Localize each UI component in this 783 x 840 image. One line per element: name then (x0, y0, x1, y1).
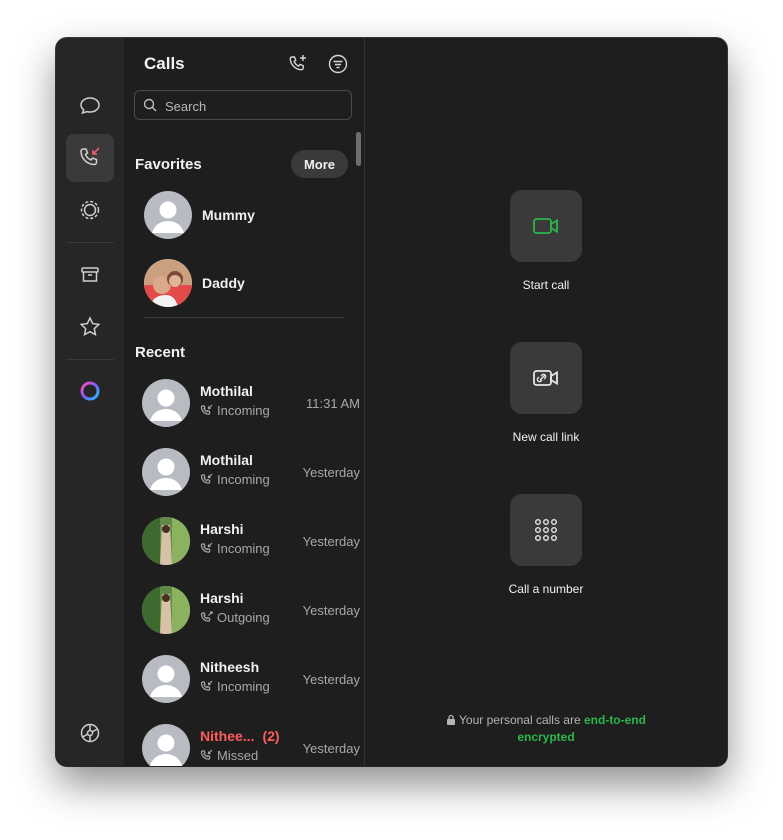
search-icon (143, 98, 157, 112)
call-type-label: Incoming (217, 403, 270, 418)
call-type-label: Outgoing (217, 610, 270, 625)
caller-name: Harshi (200, 521, 244, 537)
search-box (134, 90, 352, 121)
call-row[interactable]: Nitheesh Incoming Yesterday (142, 653, 360, 705)
start-call-label: Start call (522, 278, 570, 292)
meta-ai-icon (80, 381, 100, 401)
new-call-button[interactable] (286, 52, 310, 76)
rail-meta-ai-button[interactable] (66, 367, 114, 415)
call-a-number-label: Call a number (508, 582, 584, 596)
encryption-link-part2[interactable]: encrypted (517, 730, 574, 744)
rail-calls-button[interactable] (66, 134, 114, 182)
encryption-link-part1[interactable]: end-to-end (584, 713, 646, 727)
call-type: Outgoing (200, 610, 270, 625)
call-row-missed[interactable]: Nithee... (2) Missed Yesterday (142, 722, 360, 766)
avatar (144, 259, 192, 307)
rail-archive-button[interactable] (66, 251, 114, 299)
incoming-call-icon (200, 680, 213, 691)
filter-button[interactable] (326, 52, 350, 76)
search-input[interactable] (163, 91, 352, 121)
navigation-rail (56, 38, 125, 766)
missed-call-icon (200, 749, 213, 760)
avatar (142, 517, 190, 565)
favorite-name: Mummy (202, 207, 255, 223)
caller-name-text: Nithee... (200, 728, 255, 744)
filter-icon (328, 54, 348, 74)
start-call-button[interactable] (510, 190, 582, 262)
favorite-item-daddy[interactable]: Daddy (144, 259, 354, 307)
call-actions-pane: Start call New call link Call a number Y… (365, 38, 727, 766)
caller-name: Nitheesh (200, 659, 260, 675)
dialpad-icon (535, 519, 558, 542)
call-time: Yesterday (302, 741, 360, 756)
more-favorites-button[interactable]: More (291, 150, 348, 178)
avatar (142, 379, 190, 427)
phone-plus-icon (289, 55, 306, 71)
avatar (142, 448, 190, 496)
favorites-heading: Favorites (135, 156, 202, 173)
call-type: Incoming (200, 679, 270, 694)
call-type: Missed (200, 748, 258, 763)
settings-icon (80, 723, 100, 743)
call-type-label: Incoming (217, 472, 270, 487)
call-type: Incoming (200, 472, 270, 487)
new-call-link-label: New call link (512, 430, 580, 444)
call-row[interactable]: Mothilal Incoming 11:31 AM (142, 377, 360, 429)
encryption-text: Your personal calls are (459, 713, 584, 727)
call-type-label: Incoming (217, 679, 270, 694)
app-window: Calls Favorites More Mummy (56, 38, 727, 766)
section-divider (144, 317, 344, 318)
calls-list-pane: Calls Favorites More Mummy (124, 38, 365, 766)
rail-settings-button[interactable] (66, 709, 114, 757)
lock-icon (447, 714, 456, 725)
call-time: Yesterday (302, 465, 360, 480)
call-time: Yesterday (302, 534, 360, 549)
updates-icon (80, 200, 100, 220)
avatar (142, 586, 190, 634)
encryption-notice: Your personal calls are end-to-end encry… (405, 712, 687, 746)
caller-name: Nithee... (2) (200, 728, 280, 744)
call-row[interactable]: Harshi Outgoing Yesterday (142, 584, 360, 636)
favorite-item-mummy[interactable]: Mummy (144, 191, 354, 239)
caller-name: Mothilal (200, 452, 253, 468)
video-link-icon (533, 370, 558, 386)
call-type: Incoming (200, 403, 270, 418)
call-time: Yesterday (302, 672, 360, 687)
page-title: Calls (144, 54, 185, 73)
missed-count: (2) (262, 728, 280, 744)
incoming-call-icon (200, 542, 213, 553)
chats-icon (80, 97, 100, 115)
list-scrollbar[interactable] (356, 132, 361, 166)
archive-icon (81, 267, 99, 282)
call-type: Incoming (200, 541, 270, 556)
call-row[interactable]: Mothilal Incoming Yesterday (142, 446, 360, 498)
outgoing-call-icon (200, 611, 213, 622)
rail-starred-button[interactable] (66, 303, 114, 351)
rail-divider (66, 242, 114, 243)
call-time: Yesterday (302, 603, 360, 618)
incoming-call-icon (200, 473, 213, 484)
caller-name: Mothilal (200, 383, 253, 399)
rail-chats-button[interactable] (66, 82, 114, 130)
video-camera-icon (533, 218, 558, 234)
call-row[interactable]: Harshi Incoming Yesterday (142, 515, 360, 567)
rail-updates-button[interactable] (66, 186, 114, 234)
call-type-label: Missed (217, 748, 259, 763)
call-a-number-button[interactable] (510, 494, 582, 566)
rail-divider (66, 359, 114, 360)
caller-name: Harshi (200, 590, 244, 606)
avatar (142, 724, 190, 766)
calls-icon (80, 147, 100, 166)
avatar (144, 191, 192, 239)
avatar (142, 655, 190, 703)
favorite-name: Daddy (202, 275, 245, 291)
recent-heading: Recent (135, 344, 186, 361)
new-call-link-button[interactable] (510, 342, 582, 414)
call-type-label: Incoming (217, 541, 270, 556)
call-time: 11:31 AM (306, 396, 360, 411)
starred-icon (79, 316, 101, 336)
incoming-call-icon (200, 404, 213, 415)
